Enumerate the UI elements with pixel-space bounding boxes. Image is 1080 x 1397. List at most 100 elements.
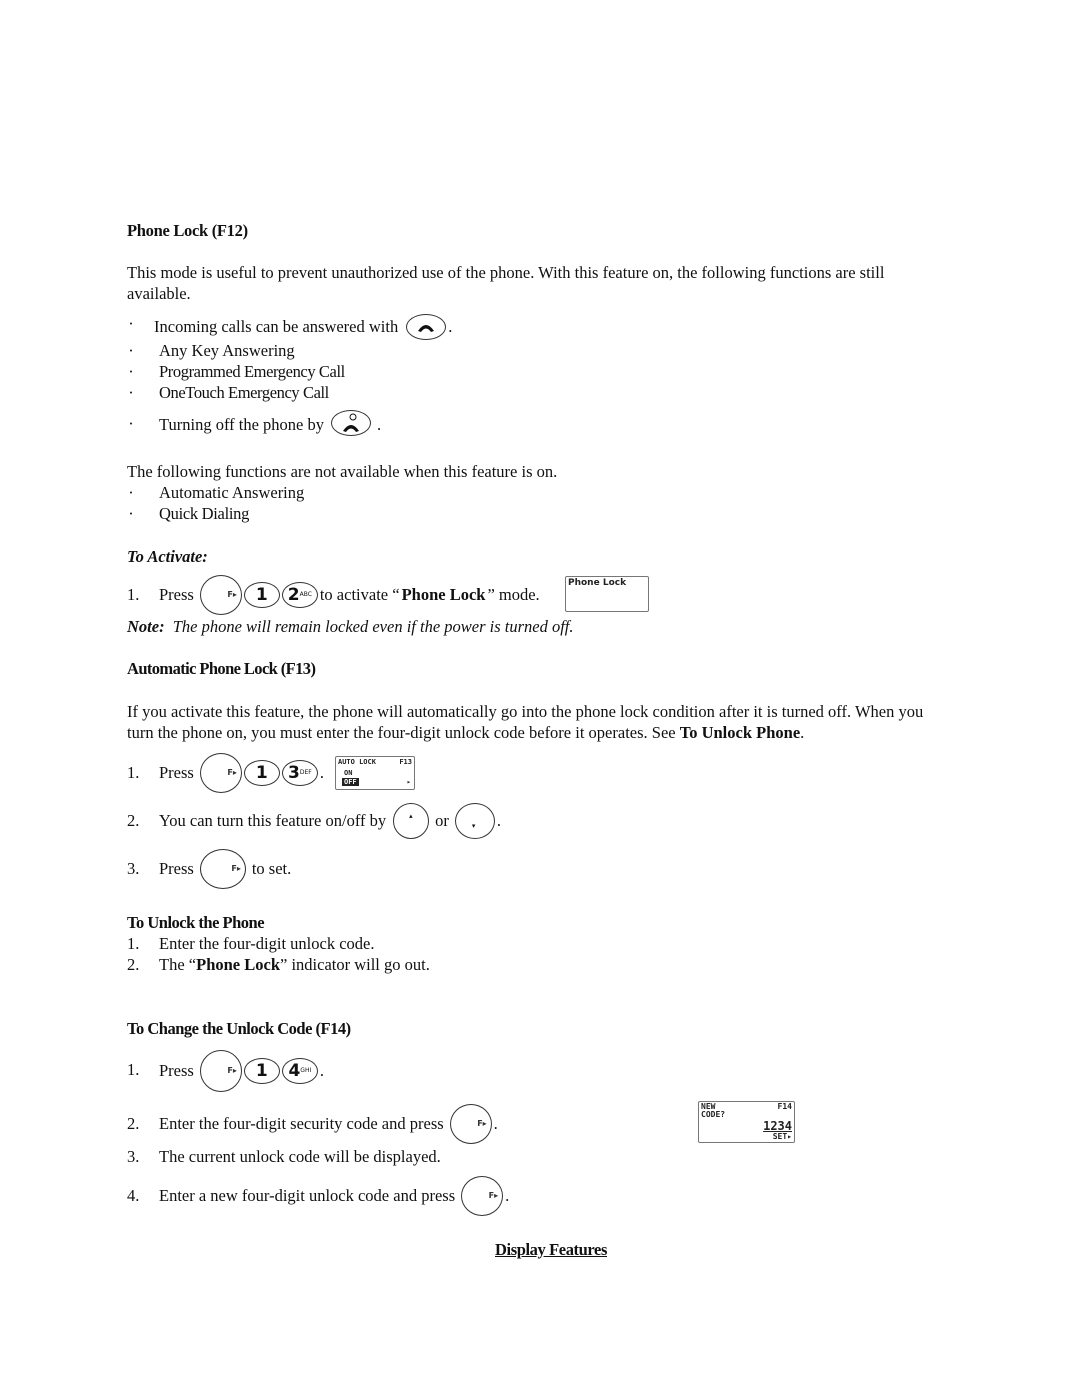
phone-lock-intro-cont: available. [127, 284, 191, 303]
list-item-text: Programmed Emergency Call [159, 362, 345, 381]
step-bold-text: Phone Lock [401, 585, 486, 604]
lcd-arrow-icon: ▸ [406, 778, 411, 786]
step-number: 3. [127, 859, 140, 878]
bullet: · [128, 314, 134, 333]
function-key-icon [199, 849, 246, 889]
key-sublabel: DEF [299, 769, 312, 776]
step-text: The current unlock code will be displaye… [159, 1147, 441, 1166]
function-key-icon [199, 753, 242, 793]
key-sublabel: GHI [300, 1067, 312, 1074]
lcd-text: CODE? [701, 1110, 726, 1119]
list-item-text: Any Key Answering [159, 341, 295, 360]
bullet: · [128, 341, 134, 360]
step-text: Enter the four-digit unlock code. [159, 934, 375, 953]
para-text: . [800, 723, 805, 742]
key-1-icon: 1 [243, 1058, 280, 1084]
step-text: or [435, 811, 449, 830]
step-text: Press [159, 585, 194, 604]
bullet: · [128, 362, 134, 381]
step-text: to set. [251, 859, 292, 878]
key-sublabel: ABC [299, 591, 312, 598]
step-number: 1. [127, 934, 140, 953]
lcd-code: F13 [399, 758, 412, 766]
punctuation: . [493, 1114, 498, 1133]
punctuation: . [319, 1061, 324, 1080]
function-key-icon [449, 1104, 492, 1144]
lcd-unlock-code: 1234 [763, 1119, 792, 1133]
lcd-text: Phone Lock [568, 578, 627, 588]
key-2-icon: 2ABC [281, 582, 318, 608]
punctuation: . [505, 1186, 510, 1205]
up-key-icon: ▴ [393, 803, 430, 839]
key-label: 1 [255, 763, 268, 783]
step-number: 2. [127, 811, 140, 830]
list-item-text: Incoming calls can be answered with [154, 317, 399, 336]
step-text: Enter the four-digit security code and p… [159, 1114, 444, 1133]
step-text: Press [159, 763, 194, 782]
note-text: The phone will remain locked even if the… [172, 617, 574, 636]
step-text: Enter a new four-digit unlock code and p… [159, 1186, 456, 1205]
lcd-display-new-code: NEW F14 CODE? 1234 SET▸ [698, 1101, 795, 1143]
punctuation: . [377, 415, 382, 434]
function-key-icon [199, 575, 242, 615]
lcd-display-phone-lock: Phone Lock [565, 576, 649, 612]
function-key-icon [461, 1176, 504, 1216]
step-text: ” indicator will go out. [280, 955, 430, 974]
step-text: You can turn this feature on/off by [159, 811, 387, 830]
down-key-icon: ▾ [454, 803, 495, 839]
para-text: turn the phone on, you must enter the fo… [127, 723, 680, 742]
bullet: · [128, 414, 134, 433]
step-text: Press [159, 1061, 194, 1080]
key-1-icon: 1 [243, 582, 280, 608]
auto-lock-para-line1: If you activate this feature, the phone … [127, 702, 924, 721]
list-item-text: Turning off the phone by [159, 415, 324, 434]
key-label: 4 [288, 1061, 301, 1081]
lcd-softkey-set: SET▸ [772, 1132, 792, 1141]
list-item-text: OneTouch Emergency Call [159, 383, 329, 402]
lcd-title: AUTO LOCK [338, 758, 376, 766]
step-number: 1. [127, 585, 140, 604]
not-available-intro: The following functions are not availabl… [127, 462, 558, 481]
step-number: 3. [127, 1147, 140, 1166]
bullet: · [128, 483, 134, 502]
step-number: 2. [127, 955, 140, 974]
lcd-option-on: ON [344, 769, 353, 777]
note: Note: The phone will remain locked even … [127, 617, 574, 637]
send-key-icon [406, 314, 447, 340]
display-features-link[interactable]: Display Features [495, 1240, 607, 1260]
punctuation: . [319, 763, 324, 782]
step-text: ” mode. [487, 585, 540, 604]
bullet: · [128, 504, 134, 523]
phone-lock-intro: This mode is useful to prevent unauthori… [127, 263, 885, 282]
key-1-icon: 1 [243, 760, 280, 786]
step-text: to activate “ [319, 585, 400, 604]
to-activate-heading: To Activate: [127, 547, 208, 566]
lcd-code: F14 [777, 1102, 792, 1111]
key-label: 1 [255, 585, 268, 605]
step-number: 2. [127, 1114, 140, 1133]
lcd-display-auto-lock: AUTO LOCK F13 ON OFF ▸ [335, 756, 415, 790]
step-number: 1. [127, 1060, 140, 1079]
step-number: 4. [127, 1186, 140, 1205]
section-heading-unlock: To Unlock the Phone [127, 913, 265, 932]
key-label: 3 [287, 763, 300, 783]
section-heading-change-code: To Change the Unlock Code (F14) [127, 1019, 351, 1038]
step-bold-text: Phone Lock [196, 955, 280, 974]
function-key-icon [199, 1050, 242, 1092]
note-label: Note: [127, 617, 165, 636]
step-text: Press [159, 859, 194, 878]
key-3-icon: 3DEF [281, 760, 318, 786]
list-item-text: Quick Dialing [159, 504, 250, 523]
key-4-icon: 4GHI [281, 1058, 318, 1084]
key-label: 2 [287, 585, 300, 605]
end-power-key-icon [331, 410, 371, 436]
section-heading-auto-lock: Automatic Phone Lock (F13) [127, 659, 316, 678]
bullet: · [128, 383, 134, 402]
list-item-text: Automatic Answering [159, 483, 305, 502]
punctuation: . [496, 811, 502, 830]
step-text: The “ [159, 955, 197, 974]
key-label: 1 [255, 1061, 268, 1081]
unlock-phone-reference: To Unlock Phone [679, 723, 801, 742]
auto-lock-para-line2: turn the phone on, you must enter the fo… [127, 723, 804, 743]
section-heading-phone-lock: Phone Lock (F12) [127, 221, 248, 240]
